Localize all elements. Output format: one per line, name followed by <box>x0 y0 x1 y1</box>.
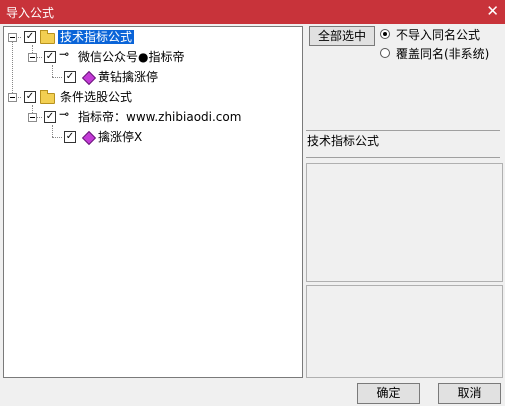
overwrite-label[interactable]: 覆盖同名(非系统) <box>396 45 489 62</box>
tree-node-label[interactable]: 条件选股公式 <box>60 90 132 104</box>
collapse-toggle[interactable] <box>8 33 17 42</box>
key-icon: ⊸ <box>59 47 70 61</box>
formula-tree[interactable]: ✓ 技术指标公式 ✓ ⊸ 微信公众号●指标帝 ✓ 黄钻擒涨停 ✓ 条件选股公式 … <box>3 26 303 378</box>
formula-preview-box <box>306 285 503 378</box>
skip-duplicates-label[interactable]: 不导入同名公式 <box>396 26 480 43</box>
skip-duplicates-radio[interactable] <box>380 29 390 39</box>
node-checkbox[interactable]: ✓ <box>64 71 76 83</box>
cancel-button[interactable]: 取消 <box>438 383 501 404</box>
selected-category-label: 技术指标公式 <box>306 130 500 158</box>
collapse-toggle[interactable] <box>28 53 37 62</box>
close-icon[interactable]: ✕ <box>486 2 499 20</box>
tree-node-label[interactable]: 微信公众号●指标帝 <box>78 50 184 64</box>
tree-connector <box>52 65 53 77</box>
title-bar: 导入公式 ✕ <box>0 0 505 24</box>
folder-icon <box>40 30 55 44</box>
tree-node-label[interactable]: 指标帝：www.zhibiaodi.com <box>78 110 241 124</box>
node-checkbox[interactable]: ✓ <box>24 31 36 43</box>
tree-node-label[interactable]: 擒涨停X <box>98 130 142 144</box>
select-all-button[interactable]: 全部选中 <box>309 26 375 46</box>
tree-connector <box>52 77 62 78</box>
node-checkbox[interactable]: ✓ <box>44 51 56 63</box>
node-checkbox[interactable]: ✓ <box>44 111 56 123</box>
overwrite-radio[interactable] <box>380 48 390 58</box>
node-checkbox[interactable]: ✓ <box>24 91 36 103</box>
formula-description-box <box>306 163 503 282</box>
tree-connector <box>12 41 13 97</box>
folder-icon <box>40 90 55 104</box>
node-checkbox[interactable]: ✓ <box>64 131 76 143</box>
collapse-toggle[interactable] <box>28 113 37 122</box>
tree-connector <box>52 137 62 138</box>
tree-node-label[interactable]: 黄钻擒涨停 <box>98 70 158 84</box>
formula-icon <box>81 130 97 146</box>
ok-button[interactable]: 确定 <box>357 383 420 404</box>
key-icon: ⊸ <box>59 107 70 121</box>
window-title: 导入公式 <box>6 6 55 20</box>
tree-connector <box>52 125 53 137</box>
collapse-toggle[interactable] <box>8 93 17 102</box>
tree-node-label[interactable]: 技术指标公式 <box>58 30 135 44</box>
formula-icon <box>81 70 97 86</box>
